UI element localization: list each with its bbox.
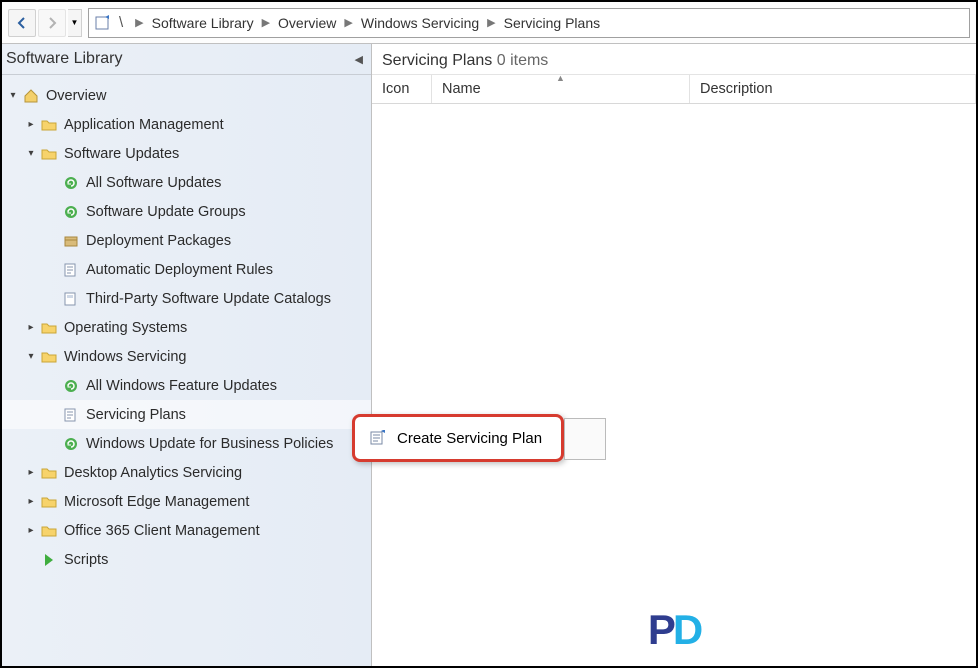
- nav-forward-button[interactable]: [38, 9, 66, 37]
- chevron-right-icon[interactable]: ▸: [24, 119, 38, 130]
- sidebar-header: Software Library ◀: [2, 44, 371, 75]
- grid-header: Icon ▲ Name Description: [372, 75, 976, 104]
- tree-item-label: Office 365 Client Management: [64, 523, 260, 539]
- tree-item-label: Third-Party Software Update Catalogs: [86, 291, 331, 307]
- rules-icon: [62, 406, 80, 424]
- tree-item[interactable]: ▾ Software Updates: [2, 139, 371, 168]
- tree-item[interactable]: Software Update Groups: [2, 197, 371, 226]
- tree-item[interactable]: All Windows Feature Updates: [2, 371, 371, 400]
- tree-item-label: Automatic Deployment Rules: [86, 262, 273, 278]
- tree-item-label: Deployment Packages: [86, 233, 231, 249]
- tree-item-label: Desktop Analytics Servicing: [64, 465, 242, 481]
- breadcrumb-root-icon: [95, 15, 111, 31]
- content-title: Servicing Plans: [382, 52, 492, 69]
- breadcrumb-root: \: [119, 14, 123, 31]
- tree-item-label: Software Updates: [64, 146, 179, 162]
- update-green-icon: [62, 174, 80, 192]
- breadcrumb-field[interactable]: \ ▶ Software Library ▶ Overview ▶ Window…: [88, 8, 970, 38]
- content-header: Servicing Plans 0 items: [372, 44, 976, 75]
- column-name[interactable]: ▲ Name: [432, 75, 690, 103]
- tree-item-label: Operating Systems: [64, 320, 187, 336]
- tree-item[interactable]: ▾ Windows Servicing: [2, 342, 371, 371]
- main-area: Software Library ◀ ▾ Overview ▸ Application…: [2, 44, 976, 666]
- tree-item[interactable]: ▸ Application Management: [2, 110, 371, 139]
- sidebar: Software Library ◀ ▾ Overview ▸ Application…: [2, 44, 372, 666]
- folder-icon: [40, 348, 58, 366]
- sort-ascending-icon: ▲: [556, 73, 565, 83]
- chevron-down-icon[interactable]: ▾: [24, 148, 38, 159]
- tree-item-label: All Windows Feature Updates: [86, 378, 277, 394]
- home-icon: [22, 87, 40, 105]
- tree-item[interactable]: Automatic Deployment Rules: [2, 255, 371, 284]
- tree-item[interactable]: ▾ Overview: [2, 81, 371, 110]
- tree-item[interactable]: ▸ Desktop Analytics Servicing: [2, 458, 371, 487]
- breadcrumb-item[interactable]: Software Library: [152, 15, 254, 31]
- tree-item-label: All Software Updates: [86, 175, 221, 191]
- content-pane: Servicing Plans 0 items Icon ▲ Name Desc…: [372, 44, 976, 666]
- arrow-right-icon: [45, 16, 59, 30]
- tree-item[interactable]: Scripts: [2, 545, 371, 574]
- folder-icon: [40, 522, 58, 540]
- context-menu-extension[interactable]: [564, 418, 606, 460]
- tree-item-label: Overview: [46, 88, 106, 104]
- tree-item[interactable]: Servicing Plans: [2, 400, 371, 429]
- script-icon: [40, 551, 58, 569]
- breadcrumb-item[interactable]: Overview: [278, 15, 336, 31]
- breadcrumb-item[interactable]: Windows Servicing: [361, 15, 479, 31]
- tree-item[interactable]: Windows Update for Business Policies: [2, 429, 371, 458]
- breadcrumb-bar: ▼ \ ▶ Software Library ▶ Overview ▶ Wind…: [2, 2, 976, 44]
- rules-icon: [62, 261, 80, 279]
- chevron-right-icon[interactable]: ▸: [24, 467, 38, 478]
- context-menu: Create Servicing Plan: [352, 414, 564, 462]
- tree-item-label: Application Management: [64, 117, 224, 133]
- chevron-down-icon[interactable]: ▾: [6, 90, 20, 101]
- tree-item[interactable]: Deployment Packages: [2, 226, 371, 255]
- content-count: 0 items: [497, 52, 549, 69]
- tree-item[interactable]: ▸ Office 365 Client Management: [2, 516, 371, 545]
- chevron-down-icon[interactable]: ▾: [24, 351, 38, 362]
- column-icon[interactable]: Icon: [372, 75, 432, 103]
- nav-tree: ▾ Overview ▸ Application Management ▾ Softwar…: [2, 75, 371, 580]
- update-green-icon: [62, 435, 80, 453]
- tree-item[interactable]: ▸ Operating Systems: [2, 313, 371, 342]
- folder-icon: [40, 319, 58, 337]
- collapse-sidebar-icon[interactable]: ◀: [355, 53, 363, 66]
- context-item-label: Create Servicing Plan: [397, 430, 542, 447]
- column-description[interactable]: Description: [690, 75, 976, 103]
- chevron-right-icon: ▶: [135, 16, 143, 29]
- folder-icon: [40, 464, 58, 482]
- tree-item-label: Windows Servicing: [64, 349, 187, 365]
- package-icon: [62, 232, 80, 250]
- context-item-create-servicing-plan[interactable]: Create Servicing Plan: [359, 423, 557, 453]
- tree-item[interactable]: All Software Updates: [2, 168, 371, 197]
- tree-item-label: Microsoft Edge Management: [64, 494, 249, 510]
- chevron-right-icon[interactable]: ▸: [24, 322, 38, 333]
- update-green-icon: [62, 377, 80, 395]
- folder-icon: [40, 493, 58, 511]
- folder-icon: [40, 116, 58, 134]
- update-green-icon: [62, 203, 80, 221]
- nav-history-dropdown[interactable]: ▼: [68, 9, 82, 37]
- tree-item-label: Servicing Plans: [86, 407, 186, 423]
- tree-item-label: Software Update Groups: [86, 204, 246, 220]
- chevron-right-icon: ▶: [344, 16, 352, 29]
- chevron-right-icon: ▶: [262, 16, 270, 29]
- breadcrumb-item[interactable]: Servicing Plans: [504, 15, 601, 31]
- folder-icon: [40, 145, 58, 163]
- catalog-icon: [62, 290, 80, 308]
- tree-item-label: Windows Update for Business Policies: [86, 436, 333, 452]
- tree-item-label: Scripts: [64, 552, 108, 568]
- tree-item[interactable]: Third-Party Software Update Catalogs: [2, 284, 371, 313]
- sidebar-title: Software Library: [6, 50, 123, 68]
- tree-item[interactable]: ▸ Microsoft Edge Management: [2, 487, 371, 516]
- chevron-right-icon[interactable]: ▸: [24, 525, 38, 536]
- arrow-left-icon: [15, 16, 29, 30]
- context-menu-wrapper: Create Servicing Plan: [352, 414, 606, 462]
- rules-icon: [369, 429, 387, 447]
- watermark-logo: PD: [648, 606, 700, 654]
- chevron-right-icon[interactable]: ▸: [24, 496, 38, 507]
- chevron-right-icon: ▶: [487, 16, 495, 29]
- nav-back-button[interactable]: [8, 9, 36, 37]
